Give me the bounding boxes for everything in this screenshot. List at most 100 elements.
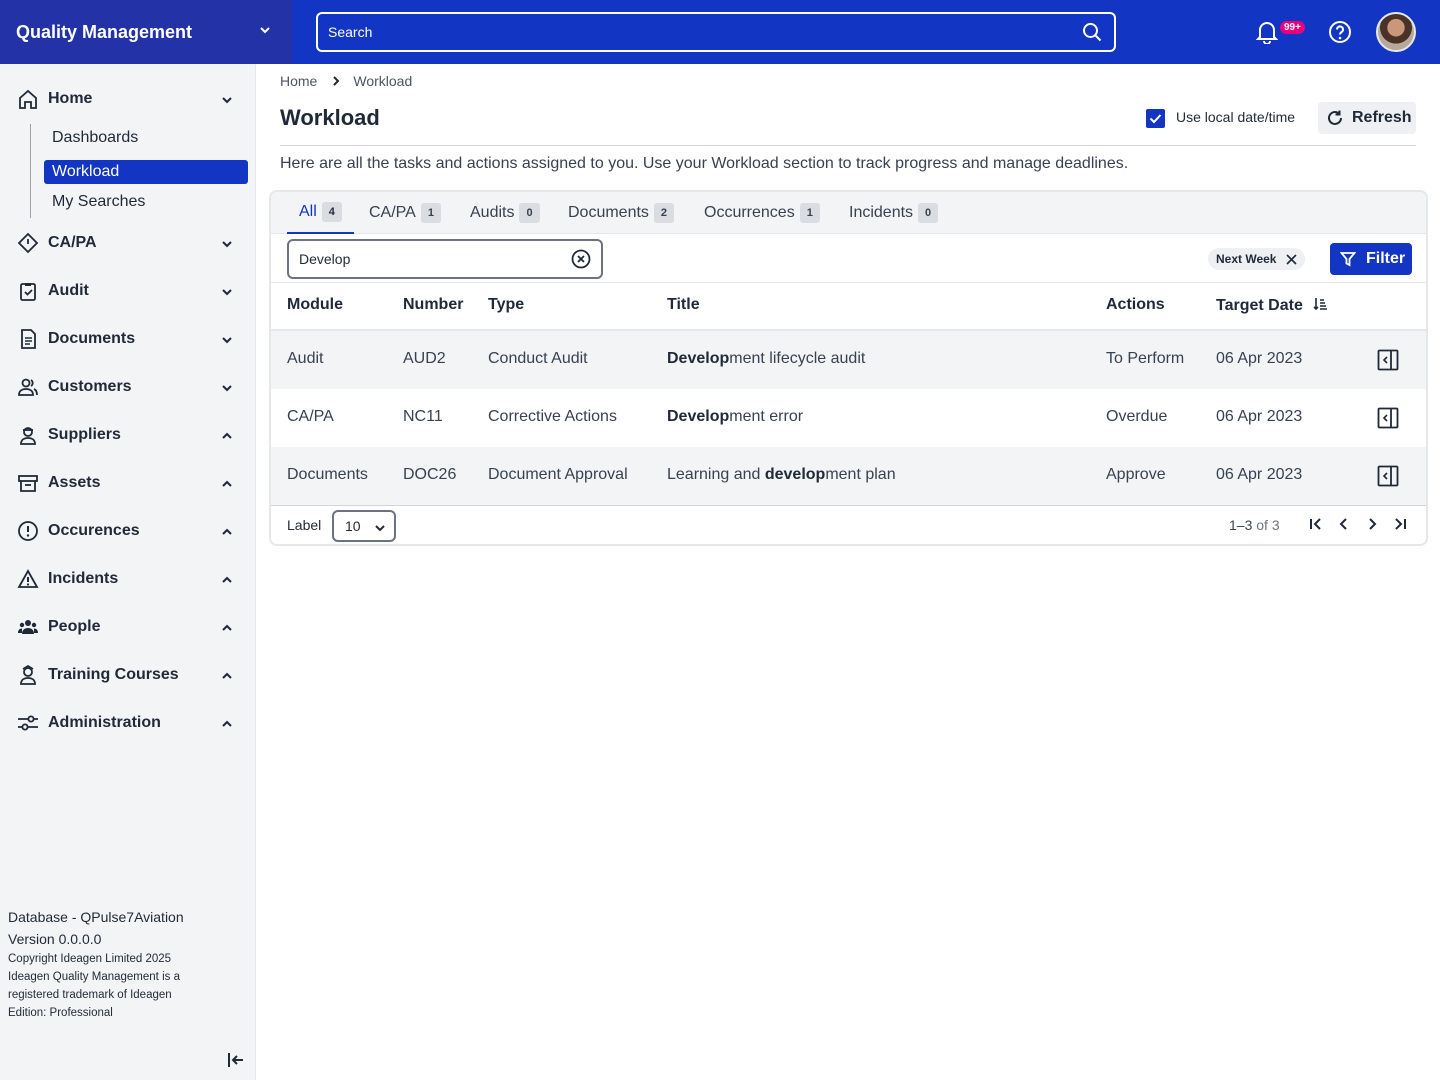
tab-count: 4 xyxy=(321,202,342,222)
sidebar-sub-dashboards[interactable]: Dashboards xyxy=(44,126,248,150)
column-header-title[interactable]: Title xyxy=(667,296,700,314)
cell-number[interactable]: NC11 xyxy=(403,408,443,426)
tab-capa[interactable]: CA/PA 1 xyxy=(369,192,441,234)
sidebar: Home Dashboards Workload My Searches CA/… xyxy=(0,64,256,1080)
first-page-icon[interactable] xyxy=(1309,517,1323,531)
sidebar-item-assets[interactable]: Assets xyxy=(0,463,256,503)
clear-circle-icon[interactable] xyxy=(571,249,591,269)
cell-number[interactable]: AUD2 xyxy=(403,350,446,368)
notification-badge: 99+ xyxy=(1280,21,1305,34)
global-search-input[interactable]: Search xyxy=(316,12,1116,52)
chevron-down-icon xyxy=(222,241,232,248)
tab-label: Audits xyxy=(470,204,515,221)
top-bar: Quality Management Search 99+ xyxy=(0,0,1440,64)
sidebar-item-occurences[interactable]: Occurences xyxy=(0,511,256,551)
chevron-up-icon xyxy=(222,720,232,727)
cell-action: To Perform xyxy=(1106,350,1185,367)
local-time-checkbox[interactable] xyxy=(1146,109,1165,128)
cell-type: Document Approval xyxy=(488,466,628,483)
help-icon[interactable] xyxy=(1328,20,1352,44)
sidebar-item-documents[interactable]: Documents xyxy=(0,319,256,359)
sidebar-item-audit[interactable]: Audit xyxy=(0,271,256,311)
cell-number[interactable]: DOC26 xyxy=(403,466,456,484)
open-panel-icon[interactable] xyxy=(1377,465,1399,487)
next-page-icon[interactable] xyxy=(1365,517,1379,531)
sidebar-item-label: Customers xyxy=(48,378,132,395)
cell-action: Overdue xyxy=(1106,408,1168,425)
sidebar-item-capa[interactable]: CA/PA xyxy=(0,223,256,263)
cell-type: Conduct Audit xyxy=(488,350,588,367)
people-icon xyxy=(18,620,38,634)
column-header-number[interactable]: Number xyxy=(403,296,463,314)
version-text: Version 0.0.0.0 xyxy=(8,931,102,947)
cell-title[interactable]: Development lifecycle audit xyxy=(667,350,865,368)
trademark-text-2: registered trademark of Ideagen xyxy=(8,989,172,1001)
range-total: of 3 xyxy=(1256,517,1280,533)
sort-descending-icon[interactable] xyxy=(1313,296,1329,312)
table-row[interactable]: Documents DOC26 Document Approval Learni… xyxy=(271,447,1426,505)
sidebar-item-incidents[interactable]: Incidents xyxy=(0,559,256,599)
filter-chip-next-week: Next Week xyxy=(1208,248,1306,270)
breadcrumb-home[interactable]: Home xyxy=(280,73,317,89)
clipboard-check-icon xyxy=(20,283,36,301)
last-page-icon[interactable] xyxy=(1393,517,1407,531)
app-name: Quality Management xyxy=(16,21,193,42)
filter-icon xyxy=(1340,252,1356,267)
checkmark-icon xyxy=(1149,114,1162,124)
tab-all[interactable]: All 4 xyxy=(287,192,354,234)
open-panel-icon[interactable] xyxy=(1377,407,1399,429)
filter-button[interactable]: Filter xyxy=(1330,243,1412,275)
sidebar-item-people[interactable]: People xyxy=(0,607,256,647)
sidebar-item-suppliers[interactable]: Suppliers xyxy=(0,415,256,455)
tab-occurrences[interactable]: Occurrences 1 xyxy=(704,192,820,234)
sidebar-item-home[interactable]: Home xyxy=(0,79,256,119)
bell-icon[interactable] xyxy=(1256,20,1278,44)
table-row[interactable]: CA/PA NC11 Corrective Actions Developmen… xyxy=(271,389,1426,447)
home-icon xyxy=(19,89,37,109)
app-switcher[interactable]: Quality Management xyxy=(0,0,292,64)
chevron-down-icon xyxy=(222,289,232,296)
page-size-select[interactable]: 10 xyxy=(332,510,396,542)
sidebar-item-administration[interactable]: Administration xyxy=(0,703,256,743)
cell-title[interactable]: Learning and development plan xyxy=(667,466,896,484)
tab-audits[interactable]: Audits 0 xyxy=(470,192,540,234)
sidebar-item-training-courses[interactable]: Training Courses xyxy=(0,655,256,695)
page-title: Workload xyxy=(280,105,380,130)
tab-count: 0 xyxy=(918,203,939,223)
submenu-line xyxy=(30,124,31,218)
page-size-label: Label xyxy=(287,517,322,533)
sidebar-item-label: Incidents xyxy=(48,570,119,587)
sidebar-sub-workload[interactable]: Workload xyxy=(44,160,248,184)
tab-label: CA/PA xyxy=(369,204,416,221)
chevron-down-icon xyxy=(222,97,232,104)
table-row[interactable]: Audit AUD2 Conduct Audit Development lif… xyxy=(271,331,1426,389)
chevron-down-icon xyxy=(222,385,232,392)
sidebar-item-label: Home xyxy=(48,90,93,107)
breadcrumb-current: Workload xyxy=(353,73,413,89)
user-avatar[interactable] xyxy=(1376,12,1416,52)
tab-incidents[interactable]: Incidents 0 xyxy=(849,192,939,234)
workload-search-input[interactable]: Develop xyxy=(287,239,603,279)
title-match: Develop xyxy=(667,408,730,425)
cell-title[interactable]: Development error xyxy=(667,408,803,426)
collapse-sidebar-icon[interactable] xyxy=(226,1050,246,1070)
column-header-target-date[interactable]: Target Date xyxy=(1216,296,1329,315)
filter-label: Filter xyxy=(1366,250,1406,267)
search-icon[interactable] xyxy=(1082,22,1102,42)
sidebar-sub-my-searches[interactable]: My Searches xyxy=(44,190,248,214)
cell-target-date: 06 Apr 2023 xyxy=(1216,466,1303,483)
sidebar-item-label: CA/PA xyxy=(48,234,97,251)
chevron-up-icon xyxy=(222,528,232,535)
refresh-button[interactable]: Refresh xyxy=(1318,102,1416,134)
open-panel-icon[interactable] xyxy=(1377,349,1399,371)
sidebar-item-customers[interactable]: Customers xyxy=(0,367,256,407)
column-header-type[interactable]: Type xyxy=(488,296,524,314)
close-icon[interactable] xyxy=(1286,253,1298,265)
footer-divider xyxy=(271,505,1426,506)
tab-documents[interactable]: Documents 2 xyxy=(568,192,675,234)
column-header-module[interactable]: Module xyxy=(287,296,343,314)
column-header-actions[interactable]: Actions xyxy=(1106,296,1165,314)
previous-page-icon[interactable] xyxy=(1337,517,1351,531)
cell-target-date: 06 Apr 2023 xyxy=(1216,350,1303,367)
chevron-up-icon xyxy=(222,480,232,487)
